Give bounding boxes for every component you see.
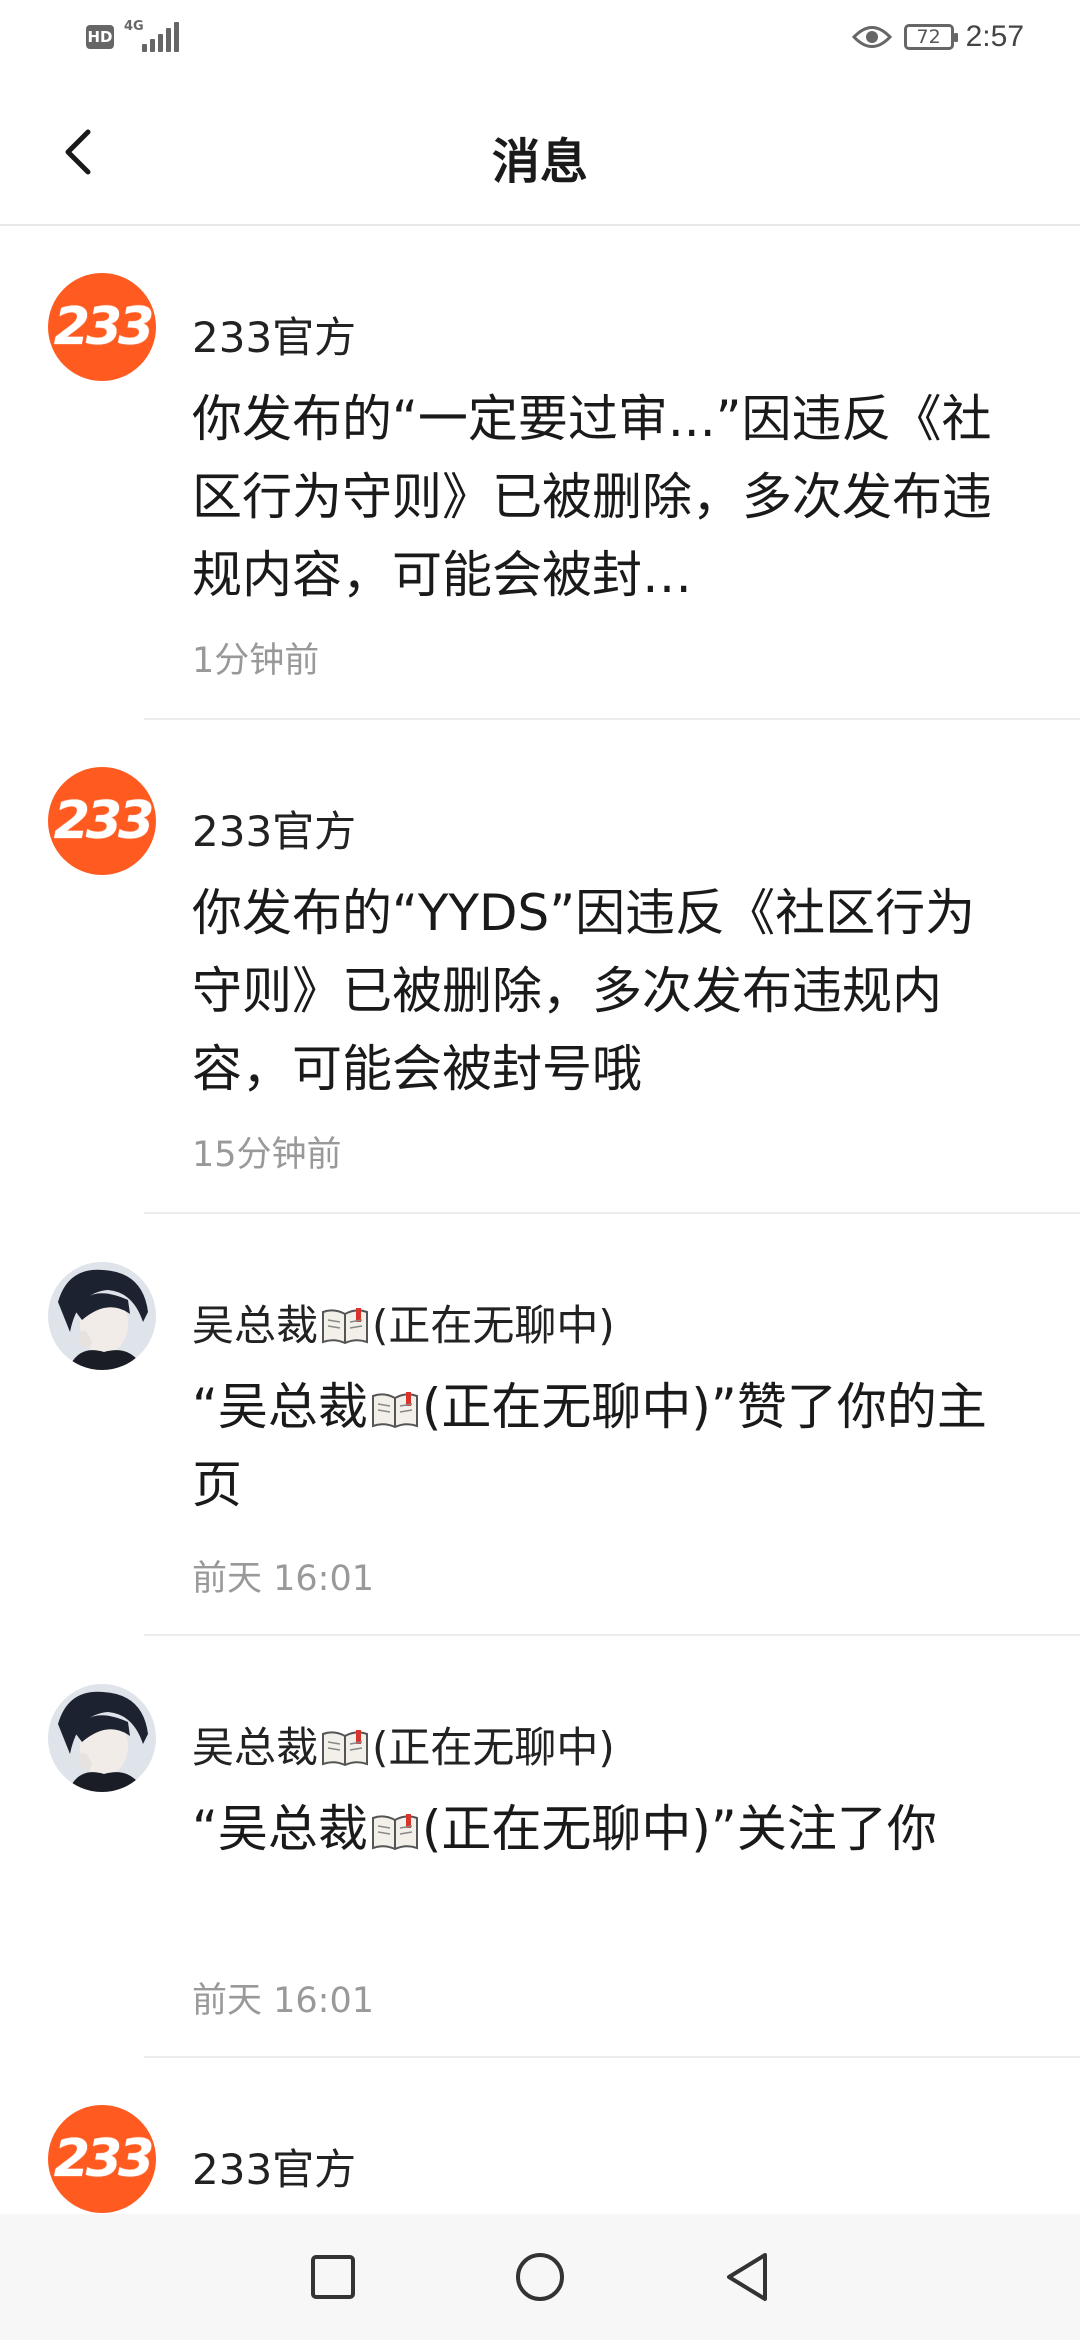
message-time: 15分钟前 [192, 1135, 342, 1175]
app-header: 消息 [0, 80, 1080, 226]
list-item[interactable]: 吴总裁 (正在无聊中) “吴总裁 (正在无聊中)”赞了你的主页 前天 16:01 [0, 1214, 1080, 1636]
list-item[interactable]: 233 233官方 你发布的“YYDS”因违反《社区行为守则》已被删除，多次发布… [0, 720, 1080, 1214]
message-list: 233 233官方 你发布的“一定要过审...”因违反《社区行为守则》已被删除，… [0, 226, 1080, 2258]
clock: 2:57 [965, 20, 1024, 53]
recent-apps-icon[interactable] [309, 2253, 357, 2301]
system-nav-bar [0, 2214, 1080, 2340]
anime-user-avatar-icon [48, 1684, 156, 1792]
anime-user-avatar-icon [48, 1262, 156, 1370]
message-text: “吴总裁 (正在无聊中)”关注了你 [192, 1800, 937, 1858]
open-book-icon [371, 1392, 418, 1429]
status-right: 72 2:57 [851, 20, 1024, 54]
message-text: 你发布的“YYDS”因违反《社区行为守则》已被删除，多次发布违规内容，可能会被封… [192, 884, 976, 1098]
avatar[interactable]: 233 [48, 273, 156, 381]
sender-name: 吴总裁 (正在无聊中) [192, 1723, 615, 1772]
message-time: 前天 16:01 [192, 1559, 374, 1599]
avatar[interactable] [48, 1262, 156, 1370]
message-text: 你发布的“一定要过审...”因违反《社区行为守则》已被删除，多次发布违规内容，可… [192, 390, 992, 604]
message-time: 前天 16:01 [192, 1981, 374, 2021]
message-text: “吴总裁 (正在无聊中)”赞了你的主页 [192, 1378, 987, 1514]
hd-icon: HD [86, 25, 114, 49]
brand-logo-text: 233 [53, 2129, 155, 2189]
brand-logo-text: 233 [53, 791, 155, 851]
open-book-icon [322, 1730, 369, 1767]
message-time: 1分钟前 [192, 641, 320, 681]
avatar[interactable] [48, 1684, 156, 1792]
status-bar: HD 4G 72 2:57 [0, 0, 1080, 80]
list-item[interactable]: 233 233官方 你发布的“一定要过审...”因违反《社区行为守则》已被删除，… [0, 226, 1080, 720]
eye-icon [851, 26, 892, 48]
page-title: 消息 [491, 134, 588, 190]
list-item[interactable]: 吴总裁 (正在无聊中) “吴总裁 (正在无聊中)”关注了你 前天 16:01 [0, 1636, 1080, 2058]
open-book-icon [371, 1814, 418, 1851]
avatar[interactable]: 233 [48, 2105, 156, 2213]
open-book-icon [322, 1308, 369, 1345]
battery-icon: 72 [903, 24, 958, 50]
back-triangle-icon[interactable] [723, 2251, 771, 2303]
sender-name: 233官方 [192, 2145, 357, 2194]
sender-name: 233官方 [192, 807, 357, 856]
home-icon[interactable] [514, 2251, 566, 2303]
sender-name: 吴总裁 (正在无聊中) [192, 1301, 615, 1350]
sender-name: 233官方 [192, 313, 357, 362]
signal-icon: 4G [124, 19, 179, 52]
avatar[interactable]: 233 [48, 767, 156, 875]
network-type: 4G [124, 19, 144, 34]
status-left: HD 4G [86, 19, 179, 52]
brand-logo-text: 233 [53, 297, 155, 357]
